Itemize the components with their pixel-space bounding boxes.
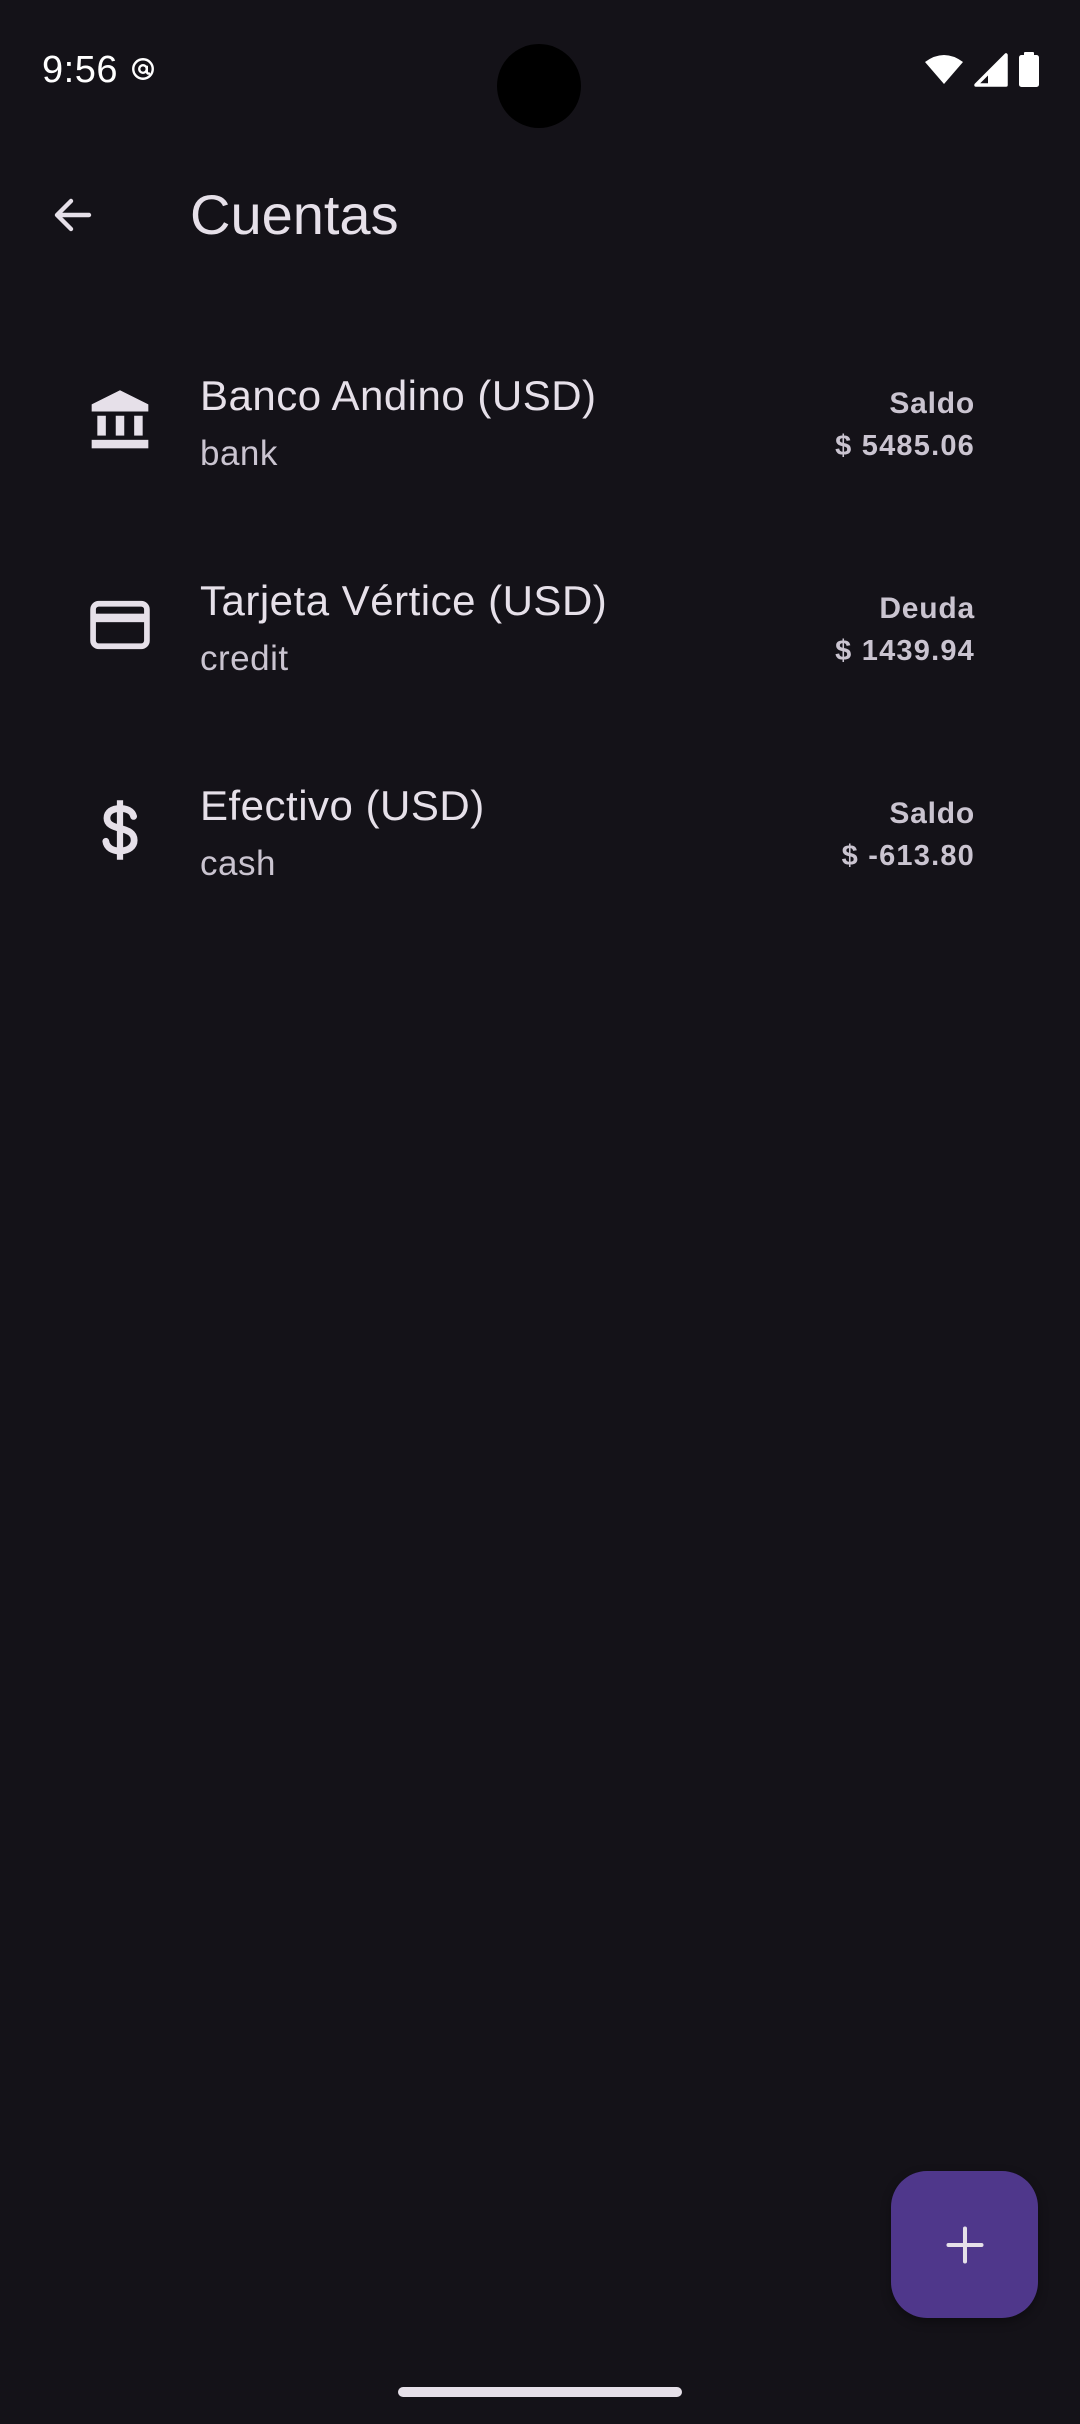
- account-amount-label: Deuda: [879, 592, 975, 625]
- dollar-icon: [80, 790, 160, 870]
- back-button[interactable]: [30, 177, 116, 253]
- list-item[interactable]: Banco Andino (USD) bank Saldo $ 5485.06: [0, 320, 1080, 525]
- account-amount-value: $ -613.80: [841, 840, 975, 872]
- at-sign-icon: [132, 58, 154, 80]
- account-amount-label: Saldo: [889, 797, 975, 830]
- wifi-icon: [925, 55, 963, 84]
- battery-icon: [1019, 52, 1039, 87]
- account-amount-value: $ 1439.94: [835, 635, 975, 667]
- account-amount-label: Saldo: [889, 387, 975, 420]
- top-app-bar: Cuentas: [0, 150, 1080, 280]
- account-name: Tarjeta Vértice (USD): [200, 577, 608, 624]
- account-type: bank: [200, 434, 278, 473]
- list-item[interactable]: Efectivo (USD) cash Saldo $ -613.80: [0, 730, 1080, 935]
- account-name: Efectivo (USD): [200, 782, 485, 829]
- gesture-nav-handle[interactable]: [398, 2387, 682, 2397]
- list-item[interactable]: Tarjeta Vértice (USD) credit Deuda $ 143…: [0, 525, 1080, 730]
- status-icons: [924, 52, 1040, 88]
- account-amount-value: $ 5485.06: [835, 430, 975, 462]
- account-type: cash: [200, 844, 276, 883]
- status-time: 9:56: [42, 49, 118, 91]
- accounts-screen: 9:56 Cuentas Banco Andino (USD) bank Sal…: [0, 0, 1080, 2424]
- camera-cutout: [497, 44, 581, 128]
- account-type: credit: [200, 639, 289, 678]
- credit-card-icon: [80, 585, 160, 665]
- cell-signal-icon: [974, 53, 1008, 87]
- arrow-back-icon: [54, 198, 92, 232]
- page-title: Cuentas: [190, 183, 399, 246]
- account-name: Banco Andino (USD): [200, 372, 597, 419]
- add-icon: [945, 2225, 984, 2264]
- account-list: Banco Andino (USD) bank Saldo $ 5485.06 …: [0, 320, 1080, 935]
- status-bar: 9:56: [0, 0, 1080, 140]
- bank-icon: [80, 380, 160, 460]
- add-account-button[interactable]: [891, 2171, 1038, 2318]
